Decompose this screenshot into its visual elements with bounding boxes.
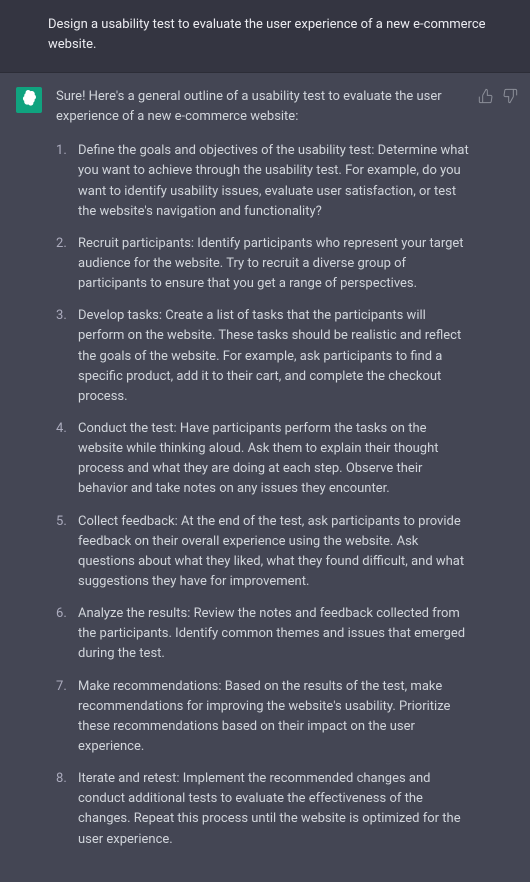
user-prompt-text: Design a usability test to evaluate the … <box>48 15 490 54</box>
list-item: Recruit participants: Identify participa… <box>56 234 474 294</box>
list-item: Collect feedback: At the end of the test… <box>56 512 474 593</box>
list-item: Conduct the test: Have participants perf… <box>56 419 474 500</box>
list-item: Develop tasks: Create a list of tasks th… <box>56 306 474 407</box>
user-message: Design a usability test to evaluate the … <box>0 0 530 73</box>
thumbs-up-button[interactable] <box>478 88 494 104</box>
feedback-buttons <box>478 88 518 104</box>
openai-logo-icon <box>21 90 38 111</box>
thumbs-down-icon <box>502 93 518 108</box>
assistant-message: Sure! Here's a general outline of a usab… <box>0 73 530 882</box>
assistant-intro-text: Sure! Here's a general outline of a usab… <box>56 87 474 127</box>
steps-list: Define the goals and objectives of the u… <box>56 141 474 849</box>
thumbs-up-icon <box>478 93 494 108</box>
assistant-content: Sure! Here's a general outline of a usab… <box>56 87 518 862</box>
list-item: Define the goals and objectives of the u… <box>56 141 474 222</box>
thumbs-down-button[interactable] <box>502 88 518 104</box>
list-item: Make recommendations: Based on the resul… <box>56 677 474 758</box>
assistant-avatar <box>16 87 42 113</box>
list-item: Iterate and retest: Implement the recomm… <box>56 769 474 850</box>
list-item: Analyze the results: Review the notes an… <box>56 604 474 664</box>
